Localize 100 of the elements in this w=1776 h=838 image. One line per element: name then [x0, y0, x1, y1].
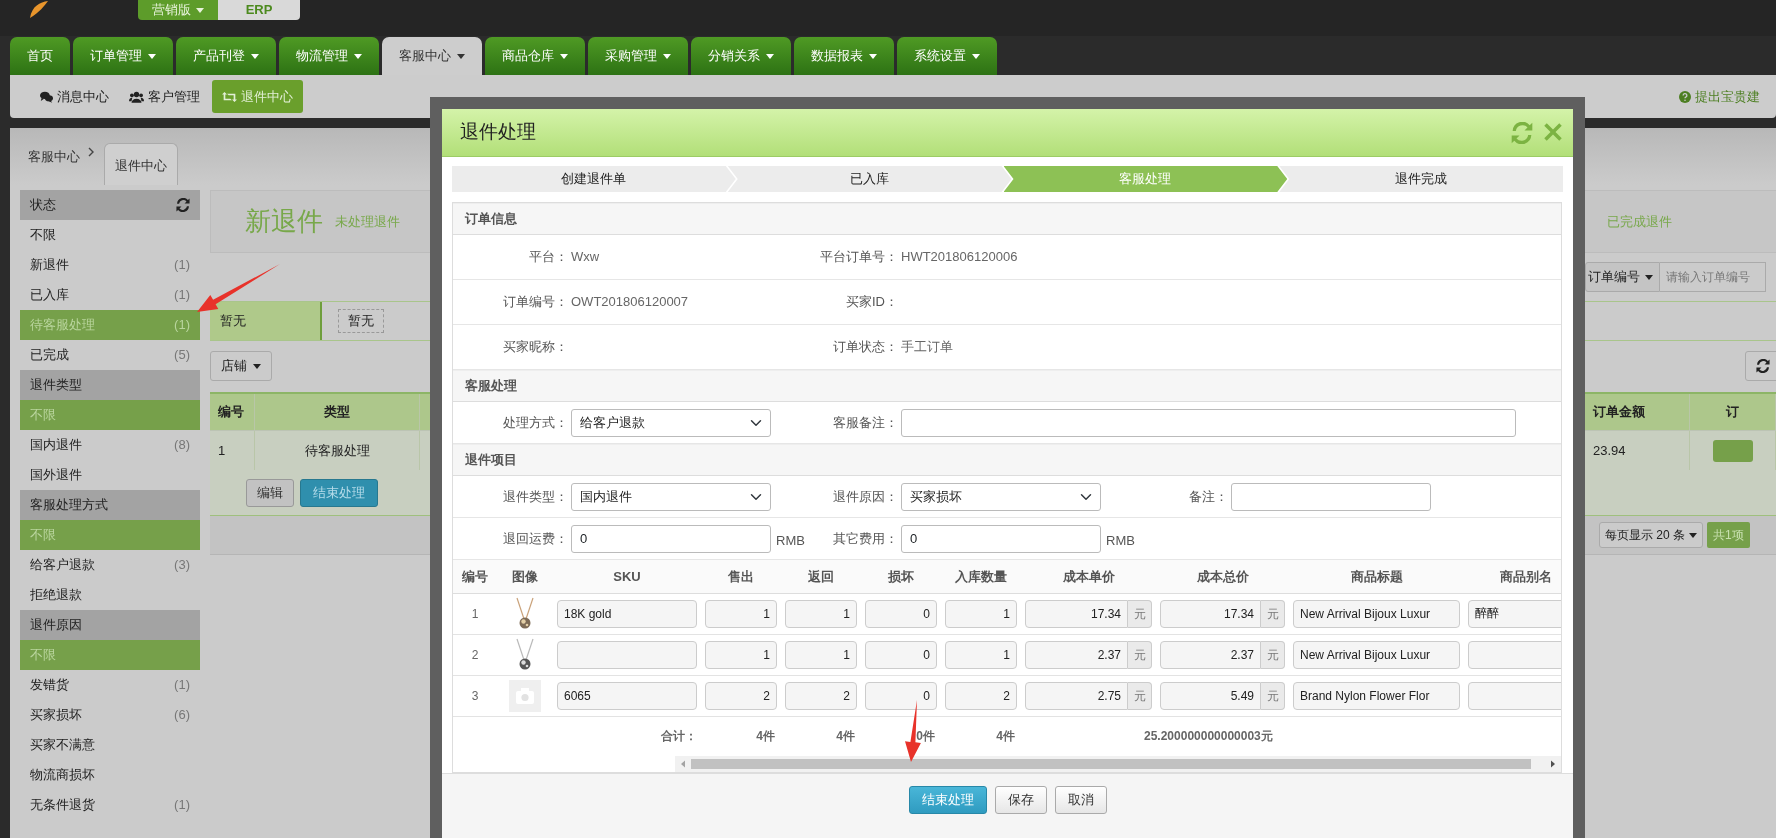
item-label: 国内退件 — [30, 436, 82, 455]
input-field[interactable] — [1231, 482, 1431, 511]
title-field[interactable]: New Arrival Bijoux Luxur — [1293, 640, 1460, 669]
quantity-field[interactable]: 0 — [865, 599, 937, 628]
nav-tab[interactable]: 物流管理 — [279, 37, 379, 75]
dialog-button[interactable]: 取消 — [1054, 786, 1107, 814]
sku-field[interactable] — [557, 640, 697, 669]
row-number: 1 — [471, 606, 479, 621]
filter-tab[interactable]: 暂无 — [338, 309, 384, 333]
quantity-field[interactable]: 1 — [785, 640, 857, 669]
quantity-field[interactable]: 0 — [865, 681, 937, 710]
unit-label: RMB — [1106, 531, 1135, 550]
item-count: (1) — [174, 286, 190, 305]
item-label: 不限 — [30, 526, 56, 545]
nav-tab[interactable]: 分销关系 — [691, 37, 791, 75]
search-field-dropdown[interactable]: 订单编号 — [1585, 262, 1660, 292]
nav-tab[interactable]: 首页 — [10, 37, 70, 75]
column-header: 成本单价 — [1062, 568, 1115, 584]
column-header: 损坏 — [888, 568, 914, 584]
input-field[interactable] — [901, 408, 1516, 437]
title-field[interactable]: New Arrival Bijoux Luxur — [1293, 599, 1460, 628]
quantity-field[interactable]: 1 — [705, 599, 777, 628]
quantity-field[interactable]: 2 — [945, 681, 1017, 710]
refresh-button[interactable] — [1745, 351, 1776, 381]
alias-field[interactable]: 醉醉 — [1468, 599, 1561, 628]
filter-tab[interactable]: 暂无 — [210, 302, 322, 340]
cost-field[interactable]: 2.37 — [1025, 640, 1128, 669]
users-icon — [129, 90, 144, 103]
sku-field[interactable]: 18K gold — [557, 599, 697, 628]
column-header: 售出 — [728, 568, 754, 584]
quantity-field[interactable]: 1 — [785, 599, 857, 628]
summary-title: 新退件 — [245, 205, 323, 238]
page-tab[interactable]: 退件中心 — [104, 142, 178, 185]
progress-step: 已入库 — [727, 166, 1012, 192]
field-value: HWT201806120006 — [901, 248, 1018, 267]
sku-field[interactable]: 6065 — [557, 681, 697, 710]
refresh-icon[interactable] — [176, 198, 190, 212]
field-label: 退回运费： — [503, 530, 568, 546]
nav-tab[interactable]: 产品刊登 — [176, 37, 276, 75]
item-label: 不限 — [30, 406, 56, 425]
currency-label: 元 — [1261, 599, 1285, 628]
breadcrumb-link[interactable]: 客服中心 — [28, 146, 80, 167]
item-label: 国外退件 — [30, 466, 82, 485]
nav-tab[interactable]: 数据报表 — [794, 37, 894, 75]
sidebar-heading: 客服处理方式 — [30, 496, 108, 515]
unit-label: RMB — [776, 531, 805, 550]
page-size-dropdown[interactable]: 每页显示 20 条 — [1599, 522, 1703, 548]
nav-tab[interactable]: 客服中心 — [382, 37, 482, 75]
logo-icon[interactable] — [28, 0, 50, 20]
cost-field[interactable]: 5.49 — [1160, 681, 1261, 710]
caret-icon — [1689, 532, 1697, 538]
item-count: (5) — [174, 346, 190, 365]
item-label: 已完成 — [30, 346, 69, 365]
comments-icon — [40, 90, 53, 103]
cost-field[interactable]: 2.75 — [1025, 681, 1128, 710]
cost-field[interactable]: 17.34 — [1160, 599, 1261, 628]
quantity-field[interactable]: 2 — [705, 681, 777, 710]
select-field[interactable]: 国内退件 — [571, 482, 771, 511]
field-label: 买家昵称： — [503, 339, 568, 355]
item-label: 已入库 — [30, 286, 69, 305]
quantity-field[interactable]: 0 — [865, 640, 937, 669]
nav-tab[interactable]: 系统设置 — [897, 37, 997, 75]
column-header: 编号 — [218, 403, 244, 422]
search-field[interactable]: 请输入订单编号 — [1660, 262, 1766, 292]
input-field[interactable]: 0 — [571, 524, 771, 553]
item-count: (1) — [174, 796, 190, 815]
quantity-field[interactable]: 1 — [945, 640, 1017, 669]
quantity-field[interactable]: 1 — [705, 640, 777, 669]
cost-field[interactable]: 17.34 — [1025, 599, 1128, 628]
item-label: 不限 — [30, 226, 56, 245]
shop-dropdown[interactable]: 店铺 — [210, 351, 272, 381]
subnav-item[interactable]: 消息中心 — [32, 80, 117, 113]
retweet-icon — [222, 91, 237, 102]
alias-field[interactable] — [1468, 681, 1561, 710]
nav-tab[interactable]: 订单管理 — [73, 37, 173, 75]
title-field[interactable]: Brand Nylon Flower Flor — [1293, 681, 1460, 710]
nav-tab[interactable]: 采购管理 — [588, 37, 688, 75]
currency-label: 元 — [1128, 640, 1152, 669]
input-field[interactable]: 0 — [901, 524, 1101, 553]
summary-subtitle: 未处理退件 — [335, 212, 400, 231]
total-value: 0件 — [916, 729, 935, 744]
total-value: 25.200000000000003元 — [1144, 729, 1273, 744]
horizontal-scrollbar[interactable] — [675, 756, 1561, 772]
progress-step: 退件完成 — [1279, 166, 1563, 192]
alias-field[interactable] — [1468, 640, 1561, 669]
subnav-item[interactable]: 客户管理 — [121, 80, 208, 113]
quantity-field[interactable]: 1 — [945, 599, 1017, 628]
table-cell-text: 待客服处理 — [304, 441, 370, 460]
select-field[interactable]: 给客户退款 — [571, 408, 771, 437]
item-label: 物流商损坏 — [30, 766, 95, 785]
nav-tab[interactable]: 商品仓库 — [485, 37, 585, 75]
edit-button[interactable]: 编辑 — [246, 478, 294, 507]
section-header: 订单信息 — [453, 203, 1561, 235]
dialog-button[interactable]: 保存 — [994, 786, 1047, 814]
quantity-field[interactable]: 2 — [785, 681, 857, 710]
total-label: 合计： — [661, 729, 697, 744]
cost-field[interactable]: 2.37 — [1160, 640, 1261, 669]
select-field[interactable]: 买家损坏 — [901, 482, 1101, 511]
close-icon[interactable] — [1543, 121, 1563, 142]
column-header: 类型 — [324, 403, 350, 422]
